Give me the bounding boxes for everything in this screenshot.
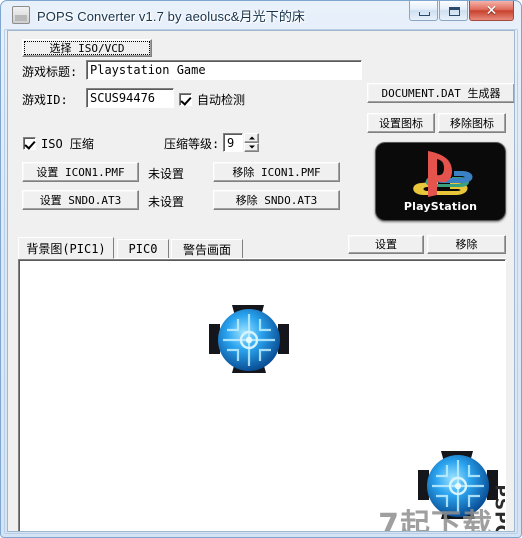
caption-buttons: ✕ [408, 1, 514, 21]
close-icon: ✕ [485, 2, 498, 18]
maximize-button[interactable] [439, 1, 468, 21]
maximize-icon [449, 7, 460, 16]
compress-level-input[interactable]: 9 [223, 133, 243, 152]
psp-pad-graphic-1 [206, 302, 292, 378]
compress-level-stepper[interactable] [244, 133, 259, 152]
client-area: 选择 ISO/VCD DOCUMENT.DAT 生成器 游戏标题: Playst… [7, 30, 515, 532]
close-button[interactable]: ✕ [469, 1, 514, 21]
iso-compress-checkbox[interactable]: ISO 压缩 [23, 135, 94, 152]
remove-icon-button[interactable]: 移除图标 [438, 113, 506, 133]
auto-detect-checkbox-box [179, 93, 192, 106]
pspchina-watermark: PSPCHINA [491, 484, 505, 531]
site-watermark: 7起下载 [378, 508, 493, 532]
icon1-pmf-status: 未设置 [148, 167, 185, 181]
minimize-icon [419, 12, 430, 16]
playstation-wordmark: PlayStation [403, 200, 478, 213]
minimize-button[interactable] [409, 1, 438, 21]
title-bar[interactable]: POPS Converter v1.7 by aeolusc&月光下的床 ✕ [7, 1, 515, 29]
playstation-logo-icon [376, 149, 505, 199]
playstation-logo-panel: PlayStation [375, 142, 506, 221]
set-icon-button[interactable]: 设置图标 [367, 113, 435, 133]
remove-sndo-at3-button[interactable]: 移除 SNDO.AT3 [213, 190, 340, 210]
auto-detect-label: 自动检测 [197, 93, 246, 107]
compress-level-label: 压缩等级: [164, 137, 220, 151]
tab-remove-button[interactable]: 移除 [427, 235, 506, 254]
application-window: POPS Converter v1.7 by aeolusc&月光下的床 ✕ 选… [0, 0, 522, 538]
sndo-at3-status: 未设置 [148, 195, 185, 209]
window-title: POPS Converter v1.7 by aeolusc&月光下的床 [37, 8, 306, 24]
auto-detect-checkbox[interactable]: 自动检测 [179, 91, 245, 108]
document-dat-generator-button[interactable]: DOCUMENT.DAT 生成器 [367, 83, 514, 103]
stepper-up-icon[interactable] [244, 133, 259, 143]
game-title-input[interactable]: Playstation Game [86, 60, 362, 80]
tab-background-pic1[interactable]: 背景图(PIC1) [18, 237, 114, 259]
game-id-input[interactable]: SCUS94476 [86, 88, 174, 108]
screenshot-root: POPS Converter v1.7 by aeolusc&月光下的床 ✕ 选… [0, 0, 522, 538]
select-iso-button[interactable]: 选择 ISO/VCD [22, 39, 152, 57]
stepper-down-icon[interactable] [244, 142, 259, 152]
tab-warning-screen[interactable]: 警告画面 [171, 239, 243, 259]
remove-icon1-pmf-button[interactable]: 移除 ICON1.PMF [213, 162, 340, 182]
set-sndo-at3-button[interactable]: 设置 SNDO.AT3 [22, 190, 139, 210]
tab-set-button[interactable]: 设置 [348, 235, 424, 254]
set-icon1-pmf-button[interactable]: 设置 ICON1.PMF [22, 162, 139, 182]
tab-pic0[interactable]: PIC0 [117, 239, 169, 259]
iso-compress-label: ISO 压缩 [41, 137, 94, 151]
game-id-label: 游戏ID: [22, 93, 68, 107]
iso-compress-checkbox-box [23, 137, 36, 150]
game-title-label: 游戏标题: [22, 65, 78, 79]
app-icon [12, 6, 30, 24]
background-preview-canvas[interactable]: PSPCHINA 7起下载 [18, 259, 506, 532]
